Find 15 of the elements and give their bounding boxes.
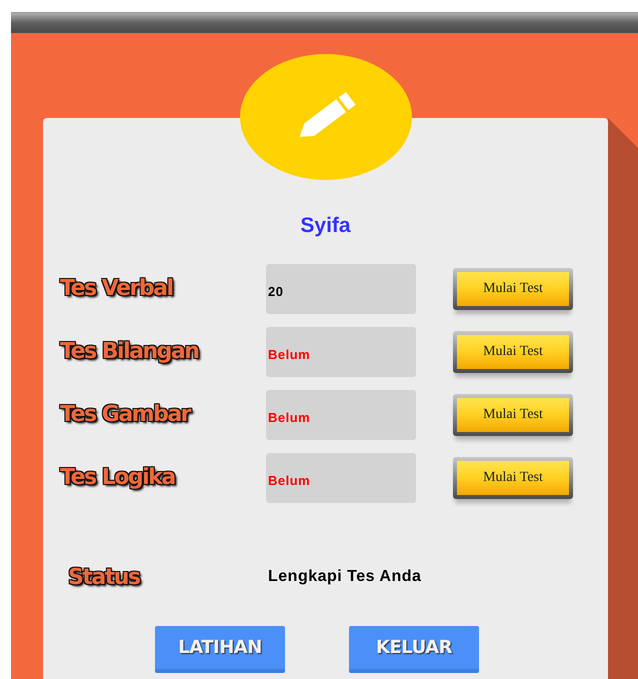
test-label: Tes Verbal: [60, 276, 172, 301]
mulai-test-button[interactable]: Mulai Test: [453, 268, 573, 310]
test-label: Tes Logika: [60, 465, 175, 490]
result-field: Belum: [266, 390, 416, 440]
result-field: Belum: [266, 452, 416, 502]
user-name: Syifa: [300, 214, 351, 237]
result-field: Belum: [266, 326, 416, 376]
status-label: Status: [68, 564, 140, 590]
mulai-test-button[interactable]: Mulai Test: [453, 456, 573, 498]
test-label: Tes Bilangan: [60, 339, 198, 364]
status-message: Lengkapi Tes Anda: [268, 567, 422, 587]
mulai-test-button[interactable]: Mulai Test: [453, 330, 573, 372]
mulai-test-button[interactable]: Mulai Test: [453, 394, 573, 436]
test-label: Tes Gambar: [60, 402, 190, 427]
result-field: 20: [266, 264, 416, 314]
